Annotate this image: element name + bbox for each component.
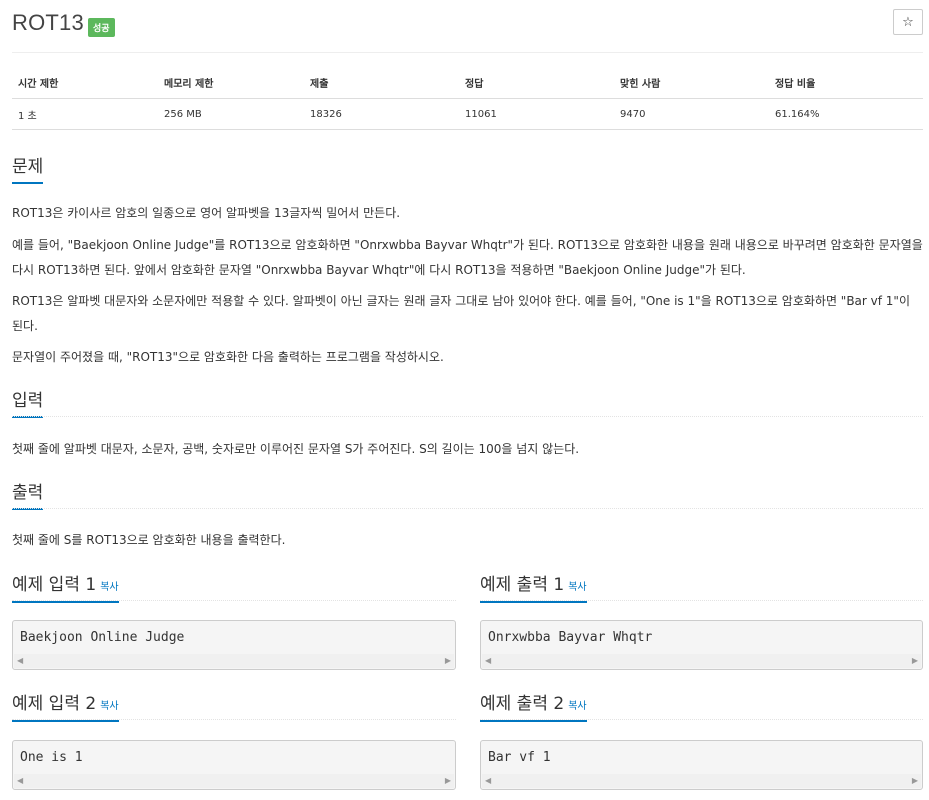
sample-code: Bar vf 1: [488, 750, 551, 765]
time-limit-value: 1 초: [12, 98, 158, 130]
favorite-button[interactable]: ☆: [893, 9, 923, 35]
divider: [12, 52, 923, 53]
problem-paragraph-4: 문자열이 주어졌을 때, "ROT13"으로 암호화한 다음 출력하는 프로그램…: [12, 350, 444, 364]
scroll-left-icon[interactable]: ◀: [17, 654, 23, 668]
copy-link[interactable]: 복사: [100, 582, 118, 593]
table-header-row: 시간 제한 메모리 제한 제출 정답 맞힌 사람 정답 비율: [12, 66, 923, 99]
sample-title: 예제 입력 1: [12, 575, 97, 595]
problem-paragraph-2: 예를 들어, "Baekjoon Online Judge"를 ROT13으로 …: [12, 238, 923, 277]
sample-output-1-header: 예제 출력 1 복사: [480, 570, 923, 603]
sample-output-2-header: 예제 출력 2 복사: [480, 689, 923, 722]
col-memory-limit: 메모리 제한: [158, 66, 304, 99]
divider: [12, 416, 923, 417]
section-title: 출력: [12, 478, 44, 510]
divider: [12, 719, 456, 720]
problem-info-table: 시간 제한 메모리 제한 제출 정답 맞힌 사람 정답 비율 1 초 256 M…: [12, 66, 923, 130]
scroll-right-icon[interactable]: ▶: [912, 654, 918, 668]
col-accept-ratio: 정답 비율: [769, 66, 923, 99]
star-icon: ☆: [902, 14, 914, 30]
col-submissions: 제출: [304, 66, 459, 99]
divider: [12, 600, 456, 601]
horizontal-scrollbar[interactable]: ◀ ▶: [14, 654, 454, 668]
memory-limit-value: 256 MB: [158, 98, 304, 130]
page-title: ROT13: [12, 10, 84, 35]
section-title: 입력: [12, 386, 44, 418]
sample-input-2-header: 예제 입력 2 복사: [12, 689, 456, 722]
horizontal-scrollbar[interactable]: ◀ ▶: [482, 654, 921, 668]
sample-input-1-box[interactable]: Baekjoon Online Judge ◀ ▶: [12, 620, 456, 670]
sample-code: One is 1: [20, 750, 83, 765]
horizontal-scrollbar[interactable]: ◀ ▶: [482, 774, 921, 788]
submissions-value[interactable]: 18326: [304, 98, 459, 130]
sample-title: 예제 출력 2: [480, 694, 565, 714]
section-output-header: 출력: [12, 478, 923, 510]
sample-output-2-box[interactable]: Bar vf 1 ◀ ▶: [480, 740, 923, 790]
divider: [480, 600, 923, 601]
col-solved-users: 맞힌 사람: [614, 66, 769, 99]
copy-link[interactable]: 복사: [100, 701, 118, 712]
problem-paragraph-3: ROT13은 알파벳 대문자와 소문자에만 적용할 수 있다. 알파벳이 아닌 …: [12, 294, 910, 333]
accept-ratio-value: 61.164%: [769, 98, 923, 130]
section-problem-header: 문제: [12, 152, 923, 184]
problem-paragraph-1: ROT13은 카이사르 암호의 일종으로 영어 알파벳을 13글자씩 밀어서 만…: [12, 206, 401, 220]
scroll-left-icon[interactable]: ◀: [485, 654, 491, 668]
sample-input-1-header: 예제 입력 1 복사: [12, 570, 456, 603]
sample-output-1-box[interactable]: Onrxwbba Bayvar Whqtr ◀ ▶: [480, 620, 923, 670]
scroll-right-icon[interactable]: ▶: [445, 654, 451, 668]
sample-input-2-box[interactable]: One is 1 ◀ ▶: [12, 740, 456, 790]
accepted-value[interactable]: 11061: [459, 98, 614, 130]
table-row: 1 초 256 MB 18326 11061 9470 61.164%: [12, 98, 923, 130]
col-accepted: 정답: [459, 66, 614, 99]
horizontal-scrollbar[interactable]: ◀ ▶: [14, 774, 454, 788]
section-input-header: 입력: [12, 386, 923, 418]
status-badge: 성공: [88, 18, 115, 37]
problem-header: ROT13 성공 ☆: [12, 8, 923, 42]
section-title: 문제: [12, 152, 44, 184]
solved-users-value[interactable]: 9470: [614, 98, 769, 130]
col-time-limit: 시간 제한: [12, 66, 158, 99]
sample-title: 예제 출력 1: [480, 575, 565, 595]
scroll-left-icon[interactable]: ◀: [485, 774, 491, 788]
divider: [12, 508, 923, 509]
sample-code: Baekjoon Online Judge: [20, 630, 185, 645]
copy-link[interactable]: 복사: [568, 582, 586, 593]
divider: [480, 719, 923, 720]
scroll-right-icon[interactable]: ▶: [445, 774, 451, 788]
output-description: 첫째 줄에 S를 ROT13으로 암호화한 내용을 출력한다.: [12, 533, 286, 547]
scroll-left-icon[interactable]: ◀: [17, 774, 23, 788]
sample-code: Onrxwbba Bayvar Whqtr: [488, 630, 653, 645]
sample-title: 예제 입력 2: [12, 694, 97, 714]
scroll-right-icon[interactable]: ▶: [912, 774, 918, 788]
copy-link[interactable]: 복사: [568, 701, 586, 712]
input-description: 첫째 줄에 알파벳 대문자, 소문자, 공백, 숫자로만 이루어진 문자열 S가…: [12, 442, 580, 456]
